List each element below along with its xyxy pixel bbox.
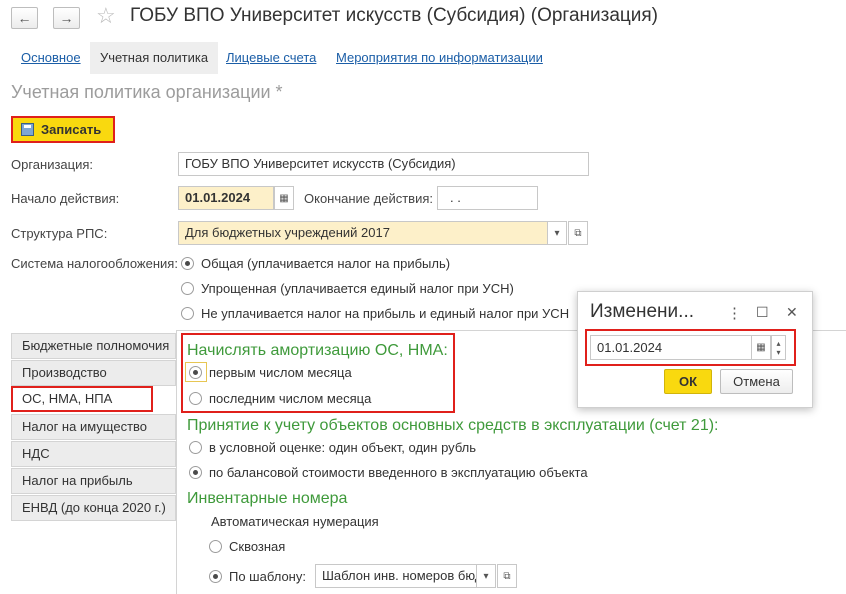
dialog-title: Изменени... bbox=[590, 301, 694, 322]
side-tab-vat[interactable]: НДС bbox=[11, 441, 176, 467]
floppy-disk-icon bbox=[21, 123, 34, 136]
save-button-label: Записать bbox=[41, 122, 102, 137]
start-date-field[interactable]: 01.01.2024 bbox=[178, 186, 274, 210]
accept-conditional-label: в условной оценке: один объект, один руб… bbox=[209, 440, 477, 455]
open-icon[interactable]: ⧉ bbox=[568, 221, 588, 245]
amort-first-day-radio[interactable] bbox=[189, 366, 202, 379]
side-tab-profit-tax[interactable]: Налог на прибыль bbox=[11, 468, 176, 494]
accept-balance-label: по балансовой стоимости введенного в экс… bbox=[209, 465, 588, 480]
start-date-label: Начало действия: bbox=[11, 191, 120, 206]
inventory-template-radio[interactable] bbox=[209, 570, 222, 583]
side-tab-envd[interactable]: ЕНВД (до конца 2020 г.) bbox=[11, 495, 176, 521]
ok-button[interactable]: ОК bbox=[664, 369, 712, 394]
amort-last-day-radio[interactable] bbox=[189, 392, 202, 405]
inventory-continuous-radio[interactable] bbox=[209, 540, 222, 553]
side-tab-fixed-assets[interactable]: ОС, НМА, НПА bbox=[11, 386, 153, 412]
inventory-template-label: По шаблону: bbox=[229, 569, 306, 584]
inventory-heading: Инвентарные номера bbox=[187, 490, 348, 507]
auto-numbering-label: Автоматическая нумерация bbox=[211, 514, 379, 529]
tab-main[interactable]: Основное bbox=[11, 42, 91, 74]
inventory-continuous-label: Сквозная bbox=[229, 539, 286, 554]
back-button[interactable]: ← bbox=[11, 7, 38, 29]
amort-last-day-label: последним числом месяца bbox=[209, 391, 372, 406]
org-label: Организация: bbox=[11, 157, 94, 172]
rps-label: Структура РПС: bbox=[11, 226, 108, 241]
maximize-icon[interactable]: ☐ bbox=[756, 304, 769, 321]
close-icon[interactable]: ✕ bbox=[786, 304, 798, 321]
tax-option-none-label: Не уплачивается налог на прибыль и едины… bbox=[201, 306, 570, 321]
tax-option-simplified-radio[interactable] bbox=[181, 282, 194, 295]
change-date-dialog: Изменени... ⋮ ☐ ✕ 01.01.2024 ▦ ▴ ▾ ОК От… bbox=[577, 291, 813, 408]
panel-border bbox=[176, 331, 177, 594]
amort-first-day-label: первым числом месяца bbox=[209, 365, 352, 380]
date-stepper[interactable]: ▴ ▾ bbox=[771, 335, 786, 360]
tab-personal-accounts[interactable]: Лицевые счета bbox=[216, 42, 326, 74]
acceptance-heading: Принятие к учету объектов основных средс… bbox=[187, 417, 719, 434]
calendar-icon[interactable]: ▦ bbox=[751, 335, 771, 360]
side-tab-property-tax[interactable]: Налог на имущество bbox=[11, 414, 176, 440]
rps-field[interactable]: Для бюджетных учреждений 2017 bbox=[178, 221, 548, 245]
forward-button[interactable]: → bbox=[53, 7, 80, 29]
save-button[interactable]: Записать bbox=[11, 116, 115, 143]
org-field[interactable]: ГОБУ ВПО Университет искусств (Субсидия) bbox=[178, 152, 589, 176]
calendar-icon[interactable]: ▦ bbox=[274, 186, 294, 210]
arrow-right-icon: → bbox=[59, 10, 74, 26]
end-date-field[interactable]: . . bbox=[437, 186, 538, 210]
tax-option-general-label: Общая (уплачивается налог на прибыль) bbox=[201, 256, 451, 271]
side-tab-production[interactable]: Производство bbox=[11, 360, 176, 386]
accept-conditional-radio[interactable] bbox=[189, 441, 202, 454]
tax-system-label: Система налогообложения: bbox=[11, 256, 178, 271]
form-title: Учетная политика организации * bbox=[11, 82, 283, 102]
window-title: ГОБУ ВПО Университет искусств (Субсидия)… bbox=[130, 5, 659, 26]
stepper-down-icon[interactable]: ▾ bbox=[776, 348, 780, 357]
tax-option-simplified-label: Упрощенная (уплачивается единый налог пр… bbox=[201, 281, 514, 296]
accept-balance-radio[interactable] bbox=[189, 466, 202, 479]
tax-option-none-radio[interactable] bbox=[181, 307, 194, 320]
more-icon[interactable]: ⋮ bbox=[727, 304, 742, 322]
chevron-down-icon[interactable]: ▾ bbox=[547, 221, 567, 245]
chevron-down-icon[interactable]: ▾ bbox=[476, 564, 496, 588]
tax-option-general-radio[interactable] bbox=[181, 257, 194, 270]
amortization-heading: Начислять амортизацию ОС, НМА: bbox=[187, 342, 448, 359]
side-tab-budget-powers[interactable]: Бюджетные полномочия bbox=[11, 333, 176, 359]
tab-accounting-policy[interactable]: Учетная политика bbox=[90, 42, 219, 74]
inventory-template-field[interactable]: Шаблон инв. номеров бюд bbox=[315, 564, 477, 588]
dialog-date-field[interactable]: 01.01.2024 bbox=[590, 335, 752, 360]
open-icon[interactable]: ⧉ bbox=[497, 564, 517, 588]
tab-it-measures[interactable]: Мероприятия по информатизации bbox=[326, 42, 553, 74]
arrow-left-icon: ← bbox=[17, 10, 32, 26]
stepper-up-icon[interactable]: ▴ bbox=[776, 339, 780, 348]
cancel-button[interactable]: Отмена bbox=[720, 369, 793, 394]
end-date-label: Окончание действия: bbox=[304, 191, 433, 206]
favorite-star-icon[interactable]: ☆ bbox=[96, 3, 116, 29]
